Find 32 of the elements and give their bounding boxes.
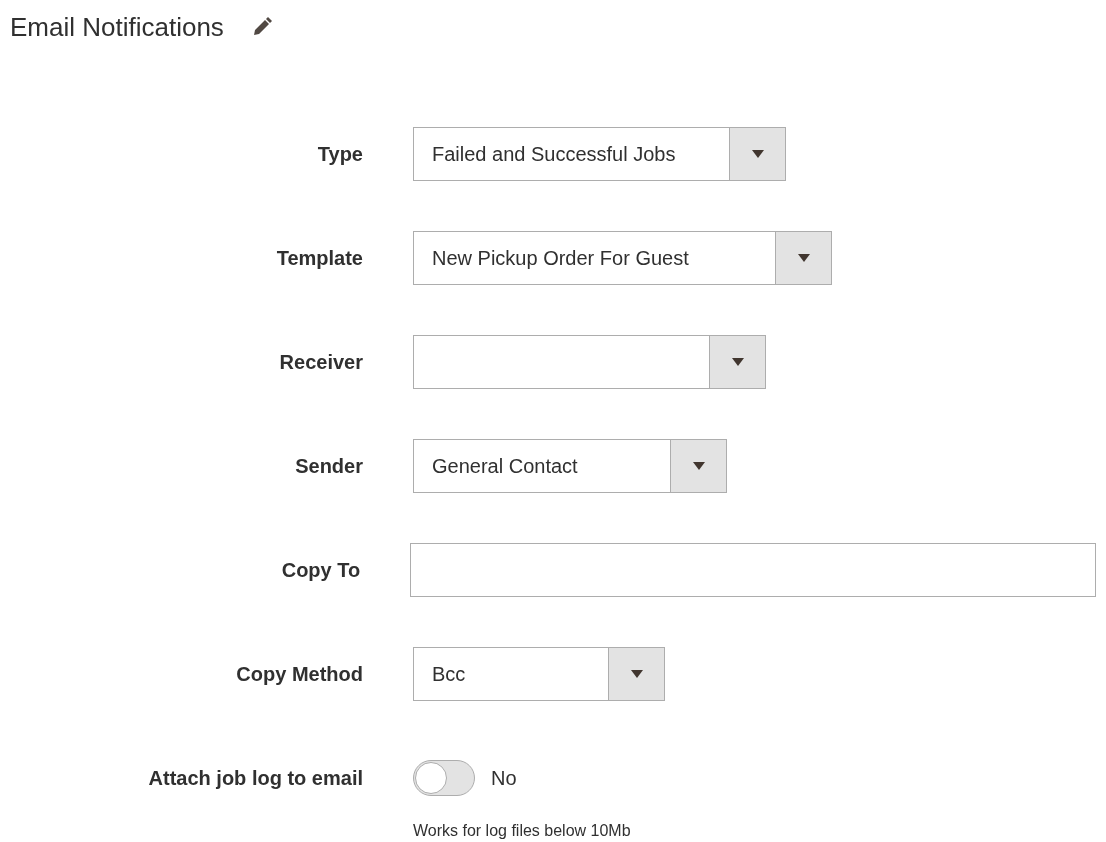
caret-down-icon bbox=[751, 150, 764, 158]
dropdown-toggle[interactable] bbox=[709, 336, 765, 388]
section-title: Email Notifications bbox=[10, 10, 224, 44]
dropdown-toggle[interactable] bbox=[670, 440, 726, 492]
dropdown[interactable] bbox=[413, 335, 766, 389]
field-label: Copy Method bbox=[235, 662, 363, 687]
field-label: Sender bbox=[294, 454, 363, 479]
caret-down-icon bbox=[692, 462, 705, 470]
caret-down-icon bbox=[630, 670, 643, 678]
field-note: Works for log files below 10Mb bbox=[413, 821, 632, 841]
caret-down-icon bbox=[797, 254, 810, 262]
field-label: Attach job log to email bbox=[147, 766, 363, 791]
dropdown[interactable]: New Pickup Order For Guest bbox=[413, 231, 832, 285]
toggle-state-label: No bbox=[491, 766, 517, 791]
dropdown-value: Bcc bbox=[431, 662, 467, 687]
dropdown-value: General Contact bbox=[431, 454, 579, 479]
dropdown[interactable]: General Contact bbox=[413, 439, 727, 493]
field-label: Type bbox=[316, 142, 363, 167]
dropdown[interactable]: Failed and Successful Jobs bbox=[413, 127, 786, 181]
dropdown-toggle[interactable] bbox=[608, 648, 664, 700]
dropdown[interactable]: Bcc bbox=[413, 647, 665, 701]
toggle-switch[interactable] bbox=[413, 760, 475, 796]
field-label: Copy To bbox=[280, 558, 361, 583]
caret-down-icon bbox=[731, 358, 744, 366]
pencil-icon[interactable] bbox=[251, 17, 272, 37]
dropdown-toggle[interactable] bbox=[729, 128, 785, 180]
dropdown-toggle[interactable] bbox=[775, 232, 831, 284]
field-label: Template bbox=[275, 246, 363, 271]
field-label: Receiver bbox=[278, 350, 363, 375]
dropdown-value: Failed and Successful Jobs bbox=[431, 142, 677, 167]
dropdown-value: New Pickup Order For Guest bbox=[431, 246, 690, 271]
copy-to-field[interactable] bbox=[410, 543, 1096, 597]
